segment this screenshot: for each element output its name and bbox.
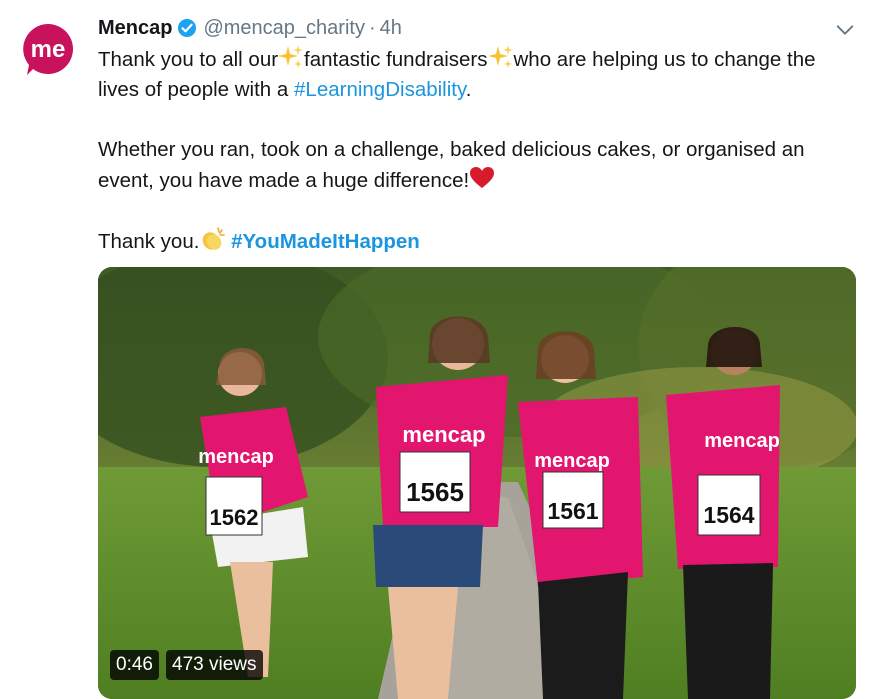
tweet-text-part: Thank you. [98,230,200,253]
video-thumbnail: 1562 mencap 1565 mencap 1561 mencap 1564… [98,267,856,699]
bib-number: 1561 [547,498,598,524]
account-handle[interactable]: @mencap_charity [203,17,364,40]
shirt-logo-text: mencap [704,430,780,452]
video-player[interactable]: 1562 mencap 1565 mencap 1561 mencap 1564… [98,267,856,699]
verified-badge-icon [177,18,197,38]
tweet-text-part: fantastic fundraisers [304,48,488,71]
shirt-logo-text: mencap [198,446,274,468]
tweet-text-part: Thank you to all our [98,48,279,71]
account-name[interactable]: Mencap [98,17,172,40]
sparkles-emoji-icon [487,44,514,70]
tweet-text-part: Whether you ran, took on a challenge, ba… [98,138,805,192]
tweet-paragraph-2: Whether you ran, took on a challenge, ba… [98,135,858,196]
red-heart-emoji-icon [469,165,495,191]
avatar-logo-text: me [31,36,66,63]
tweet-text-part: . [465,78,472,101]
bib-number: 1564 [703,502,754,528]
sparkles-emoji-icon [278,44,304,70]
tweet-text: Thank you to all our fantastic fundraiser… [98,44,858,257]
video-views-badge: 473 views [166,650,263,680]
bib-number: 1562 [210,505,259,530]
tweet-header: Mencap @mencap_charity · 4h [98,14,402,42]
clapping-hands-emoji-icon [199,226,226,252]
shirt-logo-text: mencap [534,450,610,472]
shirt-logo-text: mencap [402,422,485,447]
avatar[interactable]: me [21,22,75,76]
tweet-timestamp[interactable]: 4h [380,17,402,40]
chevron-down-icon[interactable] [833,18,857,42]
video-duration-badge: 0:46 [110,650,159,680]
hashtag-learning-disability-link[interactable]: #LearningDisability [294,78,466,101]
separator-dot: · [368,16,376,39]
tweet[interactable]: me Mencap @mencap_charity · 4h Thank you… [0,0,876,699]
tweet-paragraph-3: Thank you. #YouMadeItHappen [98,226,858,257]
tweet-paragraph-1: Thank you to all our fantastic fundraiser… [98,44,858,105]
bib-number: 1565 [406,477,464,507]
hashtag-you-made-it-happen-link[interactable]: #YouMadeItHappen [231,230,420,253]
